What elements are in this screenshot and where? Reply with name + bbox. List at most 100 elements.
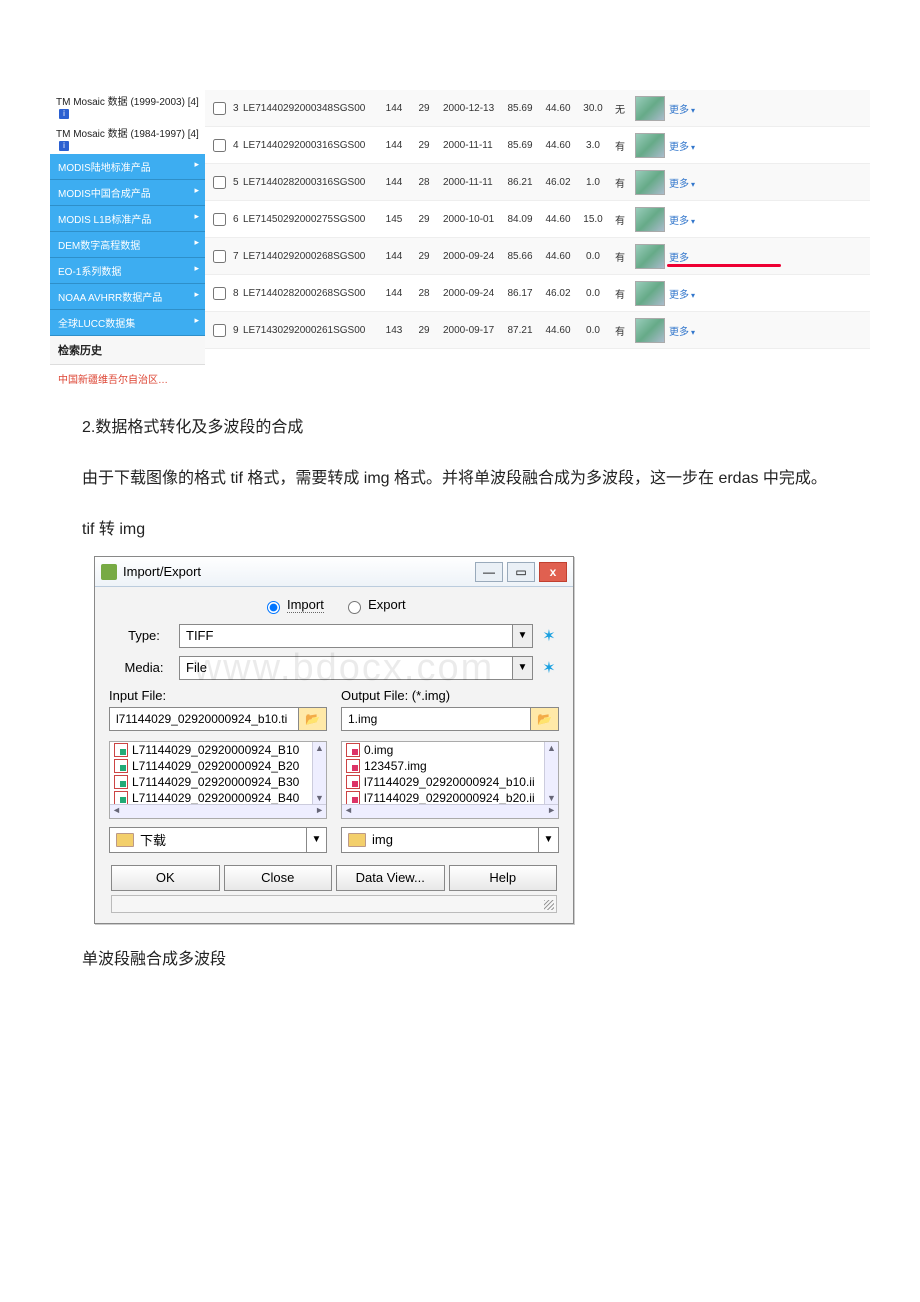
catalog-item-eo1[interactable]: EO-1系列数据 <box>50 258 205 284</box>
file-icon <box>114 791 128 805</box>
input-browse-button[interactable]: 📂 <box>299 707 327 731</box>
media-select[interactable] <box>179 656 513 680</box>
media-dropdown-icon[interactable]: ▼ <box>513 656 533 680</box>
close-button[interactable]: x <box>539 562 567 582</box>
ok-button[interactable]: OK <box>111 865 220 891</box>
minimize-button[interactable]: — <box>475 562 503 582</box>
file-icon <box>114 775 128 789</box>
catalog-item-tm2[interactable]: TM Mosaic 数据 (1984-1997) [4]i <box>50 122 205 154</box>
row-more-link[interactable]: 更多 <box>665 101 701 116</box>
search-history-item[interactable]: 中国新疆维吾尔自治区… <box>50 365 205 392</box>
table-row[interactable]: 7LE71440292000268SGS00144292000-09-2485.… <box>205 238 870 275</box>
info-icon: i <box>59 109 69 119</box>
list-item[interactable]: 123457.img <box>342 758 558 774</box>
table-row[interactable]: 8LE71440282000268SGS00144282000-09-2486.… <box>205 275 870 312</box>
row-row: 29 <box>409 325 439 336</box>
row-path: 145 <box>379 214 409 225</box>
table-row[interactable]: 5LE71440282000316SGS00144282000-11-1186.… <box>205 164 870 201</box>
list-item[interactable]: l71144029_02920000924_b10.ii <box>342 774 558 790</box>
catalog-item-modis-l1b[interactable]: MODIS L1B标准产品 <box>50 206 205 232</box>
row-index: 5 <box>229 177 239 188</box>
import-radio[interactable]: Import <box>262 597 323 612</box>
media-reset-icon[interactable]: ✶ <box>539 658 559 678</box>
row-more-link[interactable]: 更多 <box>665 175 701 190</box>
app-icon <box>101 564 117 580</box>
row-val-c: 30.0 <box>577 103 609 114</box>
row-checkbox[interactable] <box>213 213 226 226</box>
file-icon <box>346 791 360 805</box>
row-row: 28 <box>409 288 439 299</box>
input-file-list[interactable]: L71144029_02920000924_B10L71144029_02920… <box>109 741 327 819</box>
chevron-down-icon[interactable]: ▼ <box>538 828 558 852</box>
dialog-statusbar <box>111 895 557 913</box>
row-have: 有 <box>609 286 631 301</box>
input-file-field[interactable] <box>109 707 299 731</box>
row-val-b: 44.60 <box>539 140 577 151</box>
catalog-sidebar: TM Mosaic 数据 (1999-2003) [4]i TM Mosaic … <box>50 90 205 392</box>
export-radio[interactable]: Export <box>343 597 405 612</box>
type-dropdown-icon[interactable]: ▼ <box>513 624 533 648</box>
list-item[interactable]: L71144029_02920000924_B20 <box>110 758 326 774</box>
table-row[interactable]: 6LE71450292000275SGS00145292000-10-0184.… <box>205 201 870 238</box>
dialog-titlebar[interactable]: Import/Export — ▭ x <box>95 557 573 587</box>
output-file-field[interactable] <box>341 707 531 731</box>
chevron-down-icon[interactable]: ▼ <box>306 828 326 852</box>
table-row[interactable]: 4LE71440292000316SGS00144292000-11-1185.… <box>205 127 870 164</box>
row-thumbnail[interactable] <box>635 318 665 343</box>
row-more-link[interactable]: 更多 <box>665 212 701 227</box>
row-val-b: 44.60 <box>539 214 577 225</box>
row-thumbnail[interactable] <box>635 133 665 158</box>
row-val-b: 46.02 <box>539 288 577 299</box>
scrollbar-vertical[interactable] <box>544 742 558 804</box>
row-more-link[interactable]: 更多 <box>665 323 701 338</box>
list-item[interactable]: L71144029_02920000924_B10 <box>110 742 326 758</box>
output-browse-button[interactable]: 📂 <box>531 707 559 731</box>
maximize-button[interactable]: ▭ <box>507 562 535 582</box>
row-thumbnail[interactable] <box>635 96 665 121</box>
row-more-link[interactable]: 更多 <box>665 138 701 153</box>
row-thumbnail[interactable] <box>635 244 665 269</box>
catalog-item-modis-china[interactable]: MODIS中国合成产品 <box>50 180 205 206</box>
row-val-b: 44.60 <box>539 103 577 114</box>
row-val-b: 44.60 <box>539 251 577 262</box>
row-checkbox[interactable] <box>213 250 226 263</box>
catalog-item-tm1[interactable]: TM Mosaic 数据 (1999-2003) [4]i <box>50 90 205 122</box>
scrollbar-horizontal[interactable] <box>342 804 558 818</box>
row-val-c: 0.0 <box>577 325 609 336</box>
row-more-link[interactable]: 更多 <box>665 286 701 301</box>
list-item[interactable]: L71144029_02920000924_B30 <box>110 774 326 790</box>
row-thumbnail[interactable] <box>635 170 665 195</box>
row-id: LE71440292000268SGS00 <box>239 251 379 262</box>
scrollbar-vertical[interactable] <box>312 742 326 804</box>
close-dialog-button[interactable]: Close <box>224 865 333 891</box>
catalog-item-dem[interactable]: DEM数字高程数据 <box>50 232 205 258</box>
catalog-item-lucc[interactable]: 全球LUCC数据集 <box>50 310 205 336</box>
row-more-link[interactable]: 更多 <box>665 249 701 264</box>
row-have: 无 <box>609 101 631 116</box>
help-button[interactable]: Help <box>449 865 558 891</box>
data-view-button[interactable]: Data View... <box>336 865 445 891</box>
file-icon <box>346 759 360 773</box>
row-checkbox[interactable] <box>213 176 226 189</box>
catalog-item-modis-land[interactable]: MODIS陆地标准产品 <box>50 154 205 180</box>
row-checkbox[interactable] <box>213 102 226 115</box>
table-row[interactable]: 9LE71430292000261SGS00143292000-09-1787.… <box>205 312 870 349</box>
scrollbar-horizontal[interactable] <box>110 804 326 818</box>
type-select[interactable] <box>179 624 513 648</box>
row-val-a: 86.17 <box>501 288 539 299</box>
row-val-a: 85.69 <box>501 140 539 151</box>
output-dir-select[interactable]: img ▼ <box>341 827 559 853</box>
row-thumbnail[interactable] <box>635 281 665 306</box>
type-reset-icon[interactable]: ✶ <box>539 626 559 646</box>
output-file-list[interactable]: 0.img123457.imgl71144029_02920000924_b10… <box>341 741 559 819</box>
catalog-item-noaa[interactable]: NOAA AVHRR数据产品 <box>50 284 205 310</box>
row-thumbnail[interactable] <box>635 207 665 232</box>
row-path: 144 <box>379 288 409 299</box>
row-checkbox[interactable] <box>213 324 226 337</box>
row-checkbox[interactable] <box>213 139 226 152</box>
input-dir-select[interactable]: 下载 ▼ <box>109 827 327 853</box>
row-index: 4 <box>229 140 239 151</box>
list-item[interactable]: 0.img <box>342 742 558 758</box>
table-row[interactable]: 3LE71440292000348SGS00144292000-12-1385.… <box>205 90 870 127</box>
row-checkbox[interactable] <box>213 287 226 300</box>
